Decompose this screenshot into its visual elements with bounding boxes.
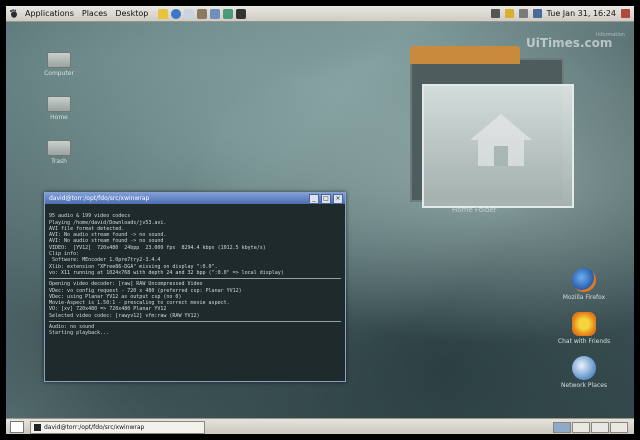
help-launcher-icon[interactable]	[158, 8, 169, 19]
terminal-line: vo: X11 running at 1024x768 with depth 2…	[49, 269, 284, 276]
maximize-button[interactable]: □	[321, 194, 331, 204]
system-tray: Tue Jan 31, 16:24	[490, 6, 630, 21]
terminal-output[interactable]: 95 audio & 199 video codecs Playing /home…	[45, 204, 345, 340]
tray-update-icon[interactable]	[504, 9, 514, 18]
desktop-icon-label: Network Places	[560, 382, 608, 389]
terminal-title: david@torr:/opt/fdo/src/xwinwrap	[49, 195, 150, 202]
desktop-icon-label: Home	[50, 114, 68, 121]
settings-launcher-icon[interactable]	[210, 8, 221, 19]
terminal-separator	[49, 278, 341, 280]
desktop-icon-label: Computer	[44, 70, 74, 77]
folder-label: Home Folder	[452, 206, 497, 214]
desktop-icon-chat[interactable]: Chat with Friends	[544, 312, 624, 345]
email-launcher-icon[interactable]	[184, 8, 195, 19]
watermark-subtitle: Information	[596, 32, 625, 38]
terminal-launcher-icon[interactable]	[236, 8, 247, 19]
terminal-separator	[49, 321, 341, 323]
desktop-icon-trash[interactable]: Trash	[34, 140, 84, 165]
desktop-icon-network[interactable]: Network Places	[544, 356, 624, 389]
logout-icon[interactable]	[621, 9, 630, 18]
computer-icon	[47, 52, 71, 68]
workspace-4[interactable]	[610, 422, 628, 433]
tray-network-icon[interactable]	[490, 9, 500, 18]
menu-applications[interactable]: Applications	[21, 9, 78, 18]
desktop-icon-home[interactable]: Home	[34, 96, 84, 121]
firefox-icon	[572, 268, 596, 292]
trash-icon	[47, 140, 71, 156]
terminal-small-icon	[34, 423, 41, 431]
desktop-screen: Applications Places Desktop Tue Jan 31, …	[6, 6, 634, 434]
window-controls: _ □ ×	[309, 194, 343, 204]
home-folder-icon	[47, 96, 71, 112]
desktop-icon-label: Chat with Friends	[557, 338, 611, 345]
home-folder-desktop-icon[interactable]: Home Folder	[404, 46, 574, 216]
gnome-foot-icon[interactable]	[9, 9, 18, 18]
taskbar-label: david@torr:/opt/fdo/src/xwinwrap	[44, 423, 145, 431]
tray-drive-icon[interactable]	[518, 9, 528, 18]
volume-icon[interactable]	[532, 9, 542, 18]
network-globe-icon	[572, 356, 596, 380]
folder-tab	[410, 46, 520, 64]
desktop-icon-label: Trash	[51, 158, 67, 165]
panel-clock[interactable]: Tue Jan 31, 16:24	[547, 9, 616, 18]
panel-launchers	[158, 8, 247, 19]
show-desktop-icon[interactable]	[10, 421, 24, 433]
folder-front	[422, 84, 574, 208]
menu-desktop[interactable]: Desktop	[111, 9, 152, 18]
terminal-title-bar[interactable]: david@torr:/opt/fdo/src/xwinwrap _ □ ×	[45, 193, 345, 204]
workspace-2[interactable]	[572, 422, 590, 433]
top-panel: Applications Places Desktop Tue Jan 31, …	[6, 6, 634, 22]
close-button[interactable]: ×	[333, 194, 343, 204]
menu-places[interactable]: Places	[78, 9, 111, 18]
network-launcher-icon[interactable]	[223, 8, 234, 19]
desktop-icon-computer[interactable]: Computer	[34, 52, 84, 77]
bottom-panel: david@torr:/opt/fdo/src/xwinwrap	[6, 418, 634, 434]
browser-launcher-icon[interactable]	[171, 8, 182, 19]
workspace-switcher	[553, 422, 628, 433]
terminal-window[interactable]: david@torr:/opt/fdo/src/xwinwrap _ □ × 9…	[44, 192, 346, 382]
terminal-line: Starting playback...	[49, 330, 110, 337]
workspace-1[interactable]	[553, 422, 571, 433]
gimp-launcher-icon[interactable]	[197, 8, 208, 19]
desktop-icon-label: Mozilla Firefox	[562, 294, 606, 301]
house-icon	[470, 114, 532, 166]
workspace-3[interactable]	[591, 422, 609, 433]
desktop-icon-firefox[interactable]: Mozilla Firefox	[544, 268, 624, 301]
chat-star-icon	[572, 312, 596, 336]
taskbar-terminal-button[interactable]: david@torr:/opt/fdo/src/xwinwrap	[30, 420, 205, 434]
terminal-line: Selected video codec: [rawyv12] vfm:raw …	[49, 312, 200, 319]
minimize-button[interactable]: _	[309, 194, 319, 204]
